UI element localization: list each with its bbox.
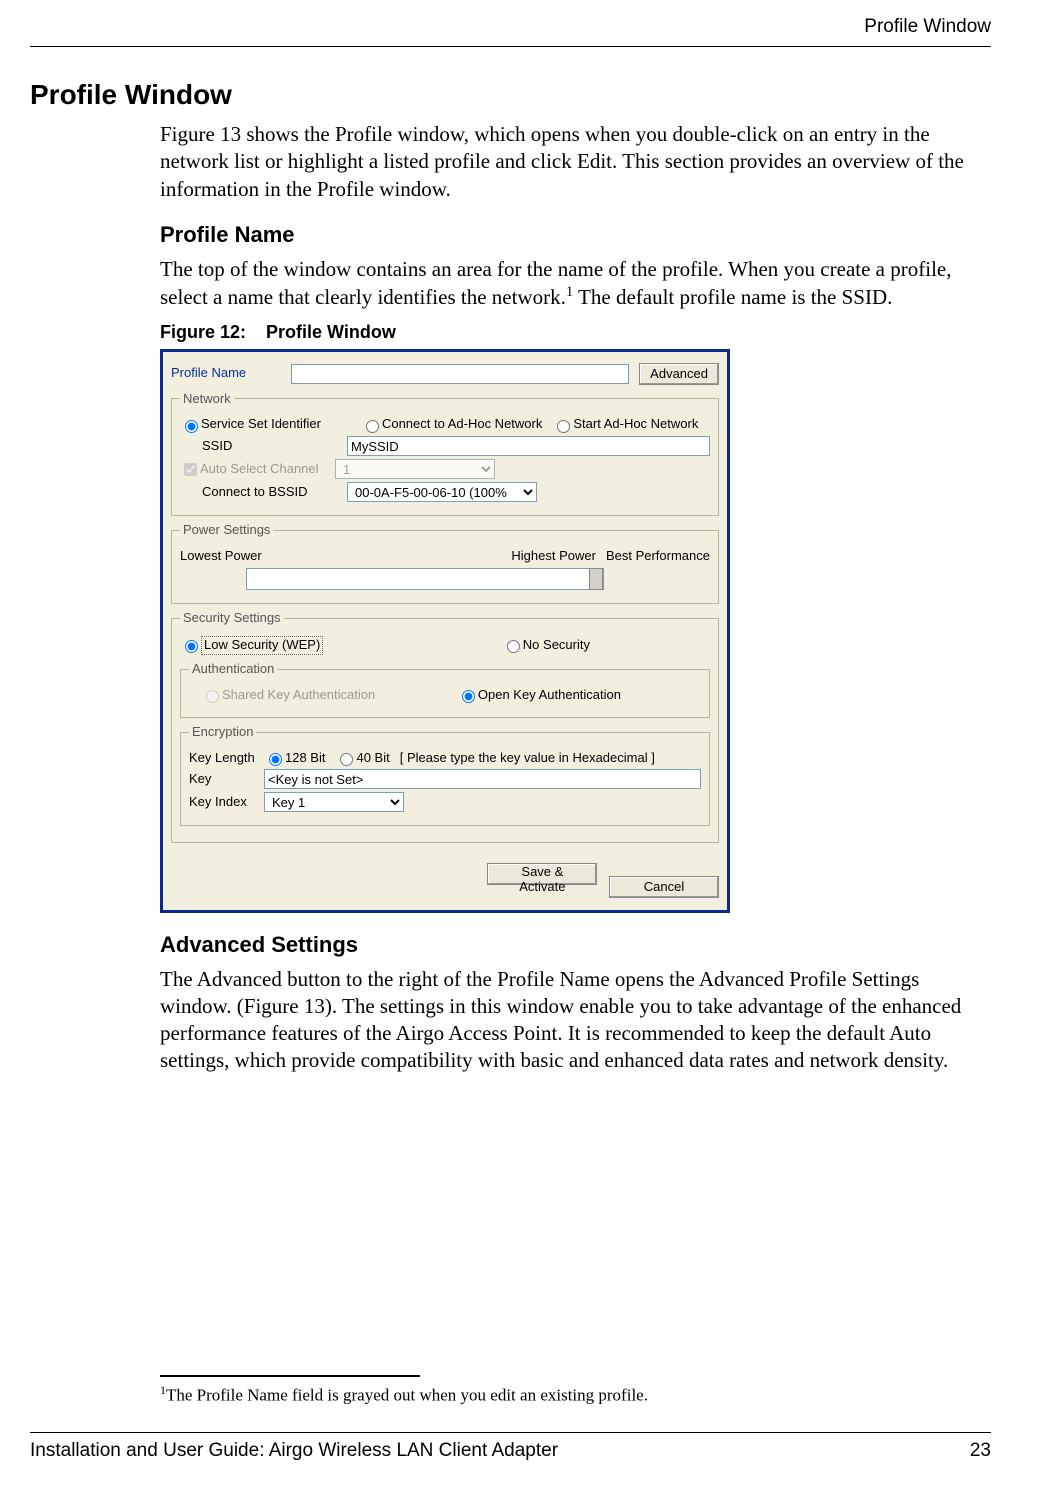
profile-name-paragraph: The top of the window contains an area f… <box>160 256 991 312</box>
key-label: Key <box>189 771 264 788</box>
keylen-128-radio[interactable]: 128 Bit <box>264 750 325 767</box>
hex-hint: [ Please type the key value in Hexadecim… <box>400 750 655 767</box>
security-legend: Security Settings <box>180 610 284 627</box>
network-legend: Network <box>180 391 234 408</box>
keylen-40-radio[interactable]: 40 Bit <box>335 750 389 767</box>
adhoc-connect-radio[interactable]: Connect to Ad-Hoc Network <box>361 416 542 433</box>
profile-name-text-b: The default profile name is the SSID. <box>573 285 892 309</box>
figure-caption: Figure 12: Profile Window <box>160 321 991 344</box>
bssid-label: Connect to BSSID <box>180 484 347 501</box>
save-activate-button[interactable]: Save & Activate <box>487 863 597 885</box>
cancel-button[interactable]: Cancel <box>609 876 719 898</box>
ssi-radio[interactable]: Service Set Identifier <box>180 416 321 433</box>
ssid-label: SSID <box>180 438 347 455</box>
power-legend: Power Settings <box>180 522 273 539</box>
footnote-text: The Profile Name field is grayed out whe… <box>166 1386 648 1405</box>
page-footer: Installation and User Guide: Airgo Wirel… <box>30 1432 991 1464</box>
figure-number: Figure 12: <box>160 322 246 342</box>
keyindex-label: Key Index <box>189 794 264 811</box>
section-heading: Profile Window <box>30 77 991 113</box>
power-group: Power Settings Lowest Power Highest Powe… <box>171 522 719 604</box>
ssid-input[interactable] <box>347 436 710 456</box>
bssid-select[interactable]: 00-0A-F5-00-06-10 (100% <box>347 482 537 502</box>
security-group: Security Settings Low Security (WEP) No … <box>171 610 719 843</box>
auto-channel-checkbox: Auto Select Channel <box>180 460 325 479</box>
profile-name-heading: Profile Name <box>160 221 991 250</box>
open-key-radio[interactable]: Open Key Authentication <box>457 687 621 704</box>
profile-window-screenshot: Profile Name Advanced Network Service Se… <box>160 349 730 913</box>
footnote-rule <box>160 1375 420 1377</box>
page-number: 23 <box>970 1439 991 1464</box>
advanced-button[interactable]: Advanced <box>639 363 719 385</box>
keyindex-select[interactable]: Key 1 <box>264 792 404 812</box>
key-input[interactable] <box>264 769 701 789</box>
profile-name-input[interactable] <box>291 364 629 384</box>
best-performance-label: Best Performance <box>606 548 710 565</box>
profile-name-label: Profile Name <box>171 365 291 382</box>
channel-select: 1 <box>335 459 495 479</box>
encryption-legend: Encryption <box>189 724 256 741</box>
lowest-power-label: Lowest Power <box>180 548 280 565</box>
adhoc-start-radio[interactable]: Start Ad-Hoc Network <box>552 416 698 433</box>
low-security-radio[interactable]: Low Security (WEP) <box>180 636 323 655</box>
network-group: Network Service Set Identifier Connect t… <box>171 391 719 517</box>
auth-legend: Authentication <box>189 661 277 678</box>
keylength-label: Key Length <box>189 750 264 767</box>
figure-title: Profile Window <box>266 322 396 342</box>
advanced-settings-heading: Advanced Settings <box>160 931 991 960</box>
advanced-settings-paragraph: The Advanced button to the right of the … <box>160 966 991 1075</box>
shared-key-radio: Shared Key Authentication <box>189 687 375 704</box>
slider-thumb[interactable] <box>589 568 603 590</box>
highest-power-label: Highest Power <box>511 548 596 565</box>
footnote-1: 1The Profile Name field is grayed out wh… <box>160 1383 991 1407</box>
footer-title: Installation and User Guide: Airgo Wirel… <box>30 1439 558 1464</box>
power-slider[interactable] <box>246 568 604 590</box>
no-security-radio[interactable]: No Security <box>502 637 590 654</box>
auth-group: Authentication Shared Key Authentication… <box>180 661 710 718</box>
running-header: Profile Window <box>30 15 991 47</box>
intro-paragraph: Figure 13 shows the Profile window, whic… <box>160 121 991 203</box>
encryption-group: Encryption Key Length 128 Bit 40 Bit [ P… <box>180 724 710 827</box>
